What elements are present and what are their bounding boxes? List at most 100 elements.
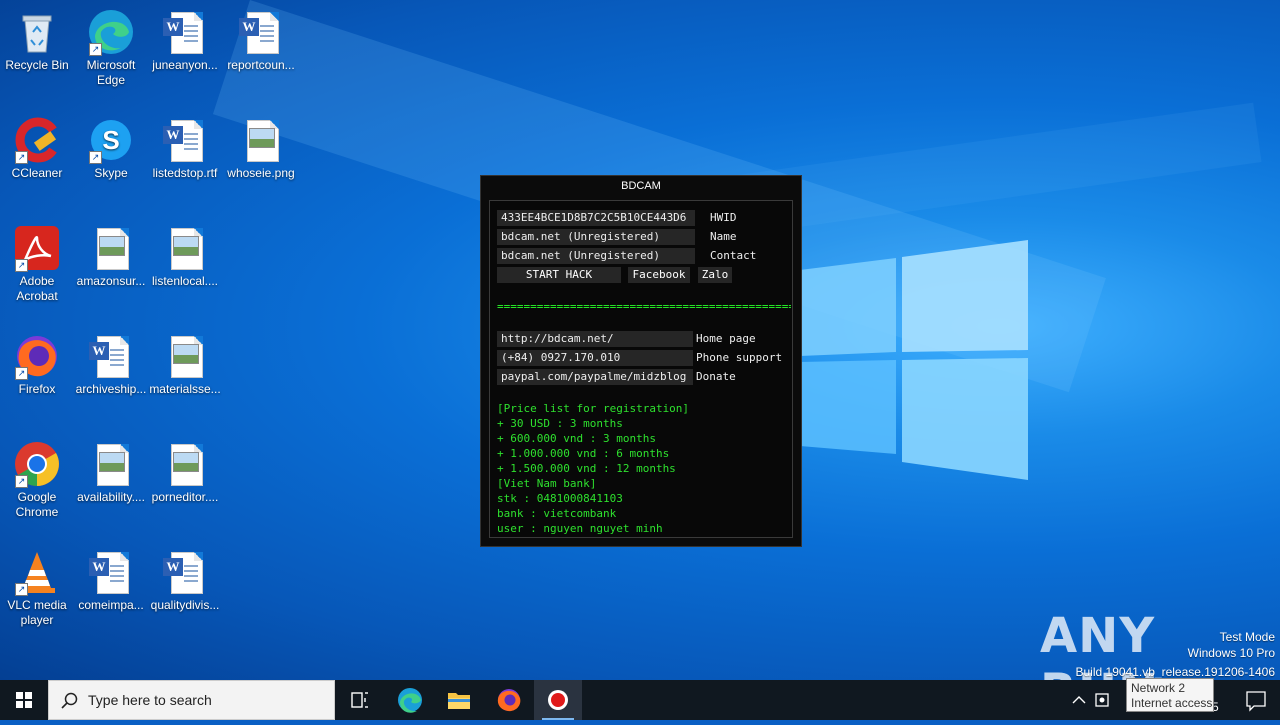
network-tooltip: Network 2 Internet access [1126,678,1214,712]
price-line: + 1.500.000 vnd : 12 months [497,462,676,475]
desktop-icon-listenlocal[interactable]: listenlocal.... [148,224,222,289]
word-doc-icon: W [161,8,209,56]
edge-icon: ↗ [87,8,135,56]
price-line: + 600.000 vnd : 3 months [497,432,656,445]
image-file-icon [161,440,209,488]
desktop-icon-label: VLC media player [7,598,67,627]
start-hack-button[interactable]: START HACK [497,267,621,283]
desktop-icon-label: CCleaner [11,166,63,180]
desktop-icon-listedstop[interactable]: W listedstop.rtf [148,116,222,181]
tooltip-network-status: Internet access [1131,696,1213,710]
desktop-icon-qualitydivis[interactable]: W qualitydivis... [148,548,222,613]
desktop-icon-whoseie[interactable]: whoseie.png [224,116,298,181]
tray-device-button[interactable] [1092,680,1114,720]
desktop-icon-label: reportcoun... [227,58,295,72]
image-file-icon [87,224,135,272]
taskbar-file-explorer-button[interactable] [435,680,483,720]
desktop-icon-comeimpa[interactable]: W comeimpa... [74,548,148,613]
desktop-icon-porneditor[interactable]: porneditor.... [148,440,222,505]
desktop-icon-recycle-bin[interactable]: Recycle Bin [0,8,74,73]
image-file-icon [237,116,285,164]
tooltip-network-name: Network 2 [1131,681,1186,695]
desktop-icon-archiveship[interactable]: W archiveship... [74,332,148,397]
shortcut-arrow-icon: ↗ [15,475,28,488]
desktop-icon-ccleaner[interactable]: ↗ CCleaner [0,116,74,181]
donate-label: Donate [696,370,736,383]
zalo-button[interactable]: Zalo [698,267,732,283]
donate-field[interactable]: paypal.com/paypalme/midzblog [497,369,693,385]
phone-label: Phone support [696,351,783,364]
image-file-icon [87,440,135,488]
taskbar-firefox-button[interactable] [485,680,533,720]
desktop-icon-label: comeimpa... [78,598,144,612]
shortcut-arrow-icon: ↗ [15,151,28,164]
contact-label: Contact [710,249,757,262]
bdcam-panel: 433EE4BCE1D8B7C2C5B10CE443D6 HWID bdcam.… [489,200,793,538]
edge-icon [398,688,422,713]
notification-icon [1246,691,1266,712]
bdcam-window[interactable]: BDCAM 433EE4BCE1D8B7C2C5B10CE443D6 HWID … [480,175,802,547]
desktop-icon-label: Microsoft Edge [86,58,136,87]
desktop-icon-materialsse[interactable]: materialsse... [148,332,222,397]
shortcut-arrow-icon: ↗ [15,259,28,272]
desktop-icon-label: juneanyon... [152,58,218,72]
desktop-icon-google-chrome[interactable]: ↗ Google Chrome [0,440,74,520]
contact-field[interactable]: bdcam.net (Unregistered) [497,248,695,264]
desktop-icon-vlc[interactable]: ↗ VLC media player [0,548,74,628]
show-hidden-icons-button[interactable] [1068,680,1090,720]
search-placeholder: Type here to search [88,692,212,708]
desktop-icon-label: Adobe Acrobat [16,274,58,303]
desktop-icon-label: qualitydivis... [150,598,220,612]
action-center-button[interactable] [1232,680,1280,720]
desktop-icon-juneanyon[interactable]: W juneanyon... [148,8,222,73]
desktop-icon-edge[interactable]: ↗ Microsoft Edge [74,8,148,88]
desktop-icon-amazonsur[interactable]: amazonsur... [74,224,148,289]
word-doc-icon: W [161,116,209,164]
build-text: Build 19041.vb_release.191206-1406 [1075,665,1276,679]
price-line: + 30 USD : 3 months [497,417,623,430]
desktop-icon-label: Skype [94,166,128,180]
taskbar: Type here to search 5 [0,680,1280,720]
desktop-icon-adobe-acrobat[interactable]: ↗ Adobe Acrobat [0,224,74,304]
windows-logo-wallpaper [800,240,1028,480]
taskbar-bdcam-button[interactable] [534,680,582,720]
desktop-icon-label: Google Chrome [15,490,59,519]
firefox-icon: ↗ [13,332,61,380]
taskbar-edge-button[interactable] [386,680,434,720]
shortcut-arrow-icon: ↗ [89,151,102,164]
desktop-icon-label: archiveship... [75,382,147,396]
word-doc-icon: W [87,332,135,380]
word-doc-icon: W [87,548,135,596]
device-icon [1095,693,1109,707]
name-field[interactable]: bdcam.net (Unregistered) [497,229,695,245]
desktop-icon-skype[interactable]: S ↗ Skype [74,116,148,181]
svg-text:S: S [102,125,119,155]
start-button[interactable] [0,680,48,720]
desktop-icon-label: materialsse... [149,382,221,396]
recycle-bin-icon [13,8,61,56]
file-explorer-icon [448,693,470,709]
hwid-field[interactable]: 433EE4BCE1D8B7C2C5B10CE443D6 [497,210,695,226]
shortcut-arrow-icon: ↗ [15,367,28,380]
phone-field[interactable]: (+84) 0927.170.010 [497,350,693,366]
ccleaner-icon: ↗ [13,116,61,164]
facebook-button[interactable]: Facebook [628,267,690,283]
desktop-icon-label: Firefox [18,382,56,396]
name-label: Name [710,230,737,243]
window-title: BDCAM [621,180,661,192]
bank-line: stk : 0481000841103 [497,492,623,505]
desktop-icon-availability[interactable]: availability.... [74,440,148,505]
firefox-icon [497,689,521,712]
word-doc-icon: W [237,8,285,56]
desktop-icon-firefox[interactable]: ↗ Firefox [0,332,74,397]
homepage-field[interactable]: http://bdcam.net/ [497,331,693,347]
desktop-icon-label: Recycle Bin [5,58,69,72]
bdcam-record-icon [548,690,568,710]
task-view-button[interactable] [336,680,384,720]
taskbar-search-box[interactable]: Type here to search [48,680,335,720]
chrome-icon: ↗ [13,440,61,488]
shortcut-arrow-icon: ↗ [15,583,28,596]
image-file-icon [161,224,209,272]
desktop-icon-reportcoun[interactable]: W reportcoun... [224,8,298,73]
edition-text: Windows 10 Pro [1187,646,1275,660]
